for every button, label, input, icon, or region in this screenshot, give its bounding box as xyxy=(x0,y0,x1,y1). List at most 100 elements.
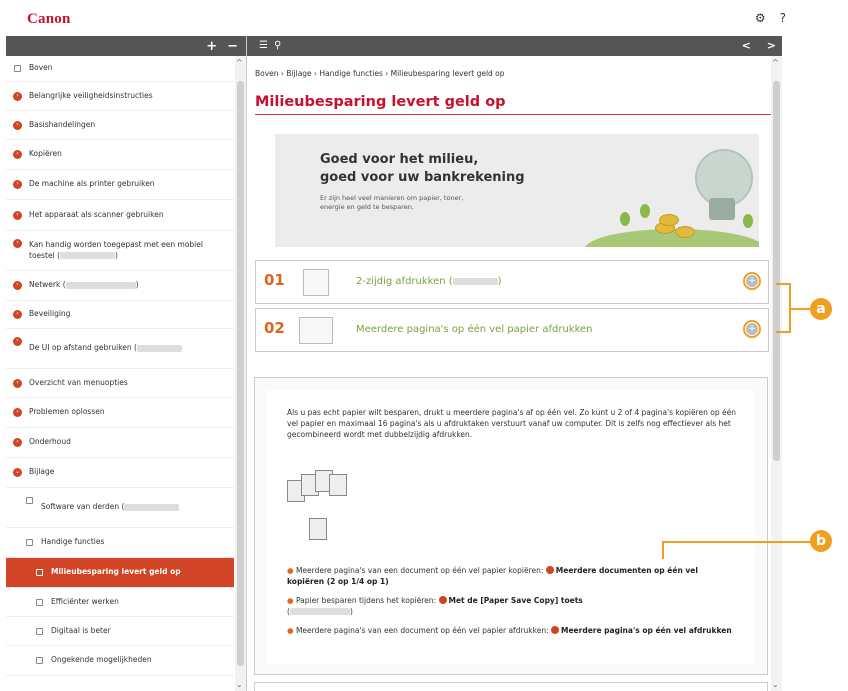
description-paragraph: Als u pas echt papier wilt besparen, dru… xyxy=(287,408,736,439)
callout-line xyxy=(790,308,812,310)
canon-logo: Canon xyxy=(27,11,71,27)
hero-subtext: Er zijn heel veel manieren om papier, to… xyxy=(320,194,464,211)
bullet-copy: ● Meerdere pagina's van een document op … xyxy=(287,566,698,586)
toc-item-printer[interactable]: › De machine als printer gebruiken xyxy=(6,170,234,200)
expanded-panel: Als u pas echt papier wilt besparen, dru… xyxy=(254,377,768,675)
scroll-down-icon[interactable]: ⌄ xyxy=(236,680,243,689)
toc-item-safety[interactable]: › Belangrijke veiligheidsinstructies xyxy=(6,82,234,111)
feature-multi-page[interactable]: 02 Meerdere pagina's op één vel papier a… xyxy=(255,308,769,352)
hero-banner: Goed voor het milieu, goed voor uw bankre… xyxy=(275,134,759,247)
chapter-icon: › xyxy=(13,150,22,159)
toc-item-appendix[interactable]: ⌄ Bijlage xyxy=(6,458,234,488)
help-icon[interactable]: ? xyxy=(780,11,786,25)
callout-a: a xyxy=(810,298,832,320)
toc-item-scanner[interactable]: › Het apparaat als scanner gebruiken xyxy=(6,200,234,231)
next-page-button[interactable]: > xyxy=(767,39,776,52)
callout-b: b xyxy=(810,530,832,552)
toc-item-menu-options[interactable]: › Overzicht van menuopties xyxy=(6,369,234,398)
callout-line xyxy=(776,331,790,333)
toc-list: Boven › Belangrijke veiligheidsinstructie… xyxy=(6,56,234,691)
toc-item-third-party[interactable]: Software van derden ( xyxy=(6,488,234,528)
toc-item-remote-ui[interactable]: › De UI op afstand gebruiken ( xyxy=(6,329,234,369)
toc-item-handy-functions[interactable]: Handige functies xyxy=(6,528,234,558)
content-scrollbar[interactable]: ^ ⌄ xyxy=(771,56,782,691)
feature-number: 01 xyxy=(264,271,285,289)
previous-page-button[interactable]: < xyxy=(742,39,751,52)
link-arrow-icon[interactable] xyxy=(438,596,447,604)
list-icon[interactable]: ☰ xyxy=(259,40,268,51)
scroll-thumb[interactable] xyxy=(773,81,780,461)
page-illustration xyxy=(329,474,347,496)
toc-item-mobile[interactable]: › Kan handig worden toegepast met een mob… xyxy=(6,231,234,271)
chapter-icon: › xyxy=(13,91,22,101)
chapter-icon: › xyxy=(13,120,22,130)
feature-label[interactable]: 2-zijdig afdrukken () xyxy=(356,276,502,287)
folder-open-icon xyxy=(26,539,33,546)
title-divider xyxy=(255,114,777,115)
chapter-icon: › xyxy=(13,408,22,417)
bullet-print: ● Meerdere pagina's van een document op … xyxy=(287,626,732,635)
content-toolbar: ☰ ⚲ < > xyxy=(247,36,782,56)
page-icon xyxy=(26,497,33,504)
content-area: Boven › Bijlage › Handige functies › Mil… xyxy=(247,56,782,691)
multi-page-icon xyxy=(299,317,333,344)
hero-heading: Goed voor het milieu, goed voor uw bankre… xyxy=(320,152,525,185)
scroll-thumb[interactable] xyxy=(237,81,244,666)
chapter-icon: › xyxy=(13,281,22,290)
gear-icon[interactable]: ⚙ xyxy=(755,11,766,25)
toc-item-network[interactable]: › Netwerk () xyxy=(6,271,234,301)
duplex-page-icon xyxy=(303,269,329,296)
leaf-illustration xyxy=(743,214,753,228)
scroll-down-icon[interactable]: ⌄ xyxy=(772,680,779,689)
sidebar-scrollbar[interactable]: ^ ⌄ xyxy=(235,56,246,691)
chapter-icon: › xyxy=(13,310,22,319)
page-title: Milieubesparing levert geld op xyxy=(255,94,506,110)
feature-label[interactable]: Meerdere pagina's op één vel papier afdr… xyxy=(356,324,593,335)
page-icon xyxy=(14,65,21,72)
scroll-up-icon[interactable]: ^ xyxy=(772,58,779,67)
chapter-icon: › xyxy=(13,378,22,388)
toc-item-possibilities[interactable]: Ongekende mogelijkheden xyxy=(6,646,234,676)
sidebar: + − Boven › Belangrijke veiligheidsinstru… xyxy=(6,36,247,691)
coin-illustration xyxy=(675,226,695,238)
chapter-icon: › xyxy=(13,337,22,346)
collapse-all-button[interactable]: − xyxy=(227,39,238,54)
chapter-open-icon: ⌄ xyxy=(13,468,22,477)
link-multi-print[interactable]: Meerdere pagina's op één vel afdrukken xyxy=(561,626,732,635)
toc-item-copy[interactable]: › Kopiëren xyxy=(6,140,234,170)
chapter-icon: › xyxy=(13,239,22,248)
link-arrow-icon[interactable] xyxy=(550,626,559,634)
toc-item-eco-savings[interactable]: Milieubesparing levert geld op xyxy=(6,558,234,588)
lightbulb-base-illustration xyxy=(709,198,735,220)
toc-item-security[interactable]: › Beveiliging xyxy=(6,301,234,329)
toc-item-digital[interactable]: Digitaal is beter xyxy=(6,617,234,646)
link-paper-save[interactable]: Met de [Paper Save Copy] toets xyxy=(449,596,583,605)
callout-line xyxy=(662,541,812,543)
page-icon xyxy=(36,657,43,664)
bullet-paper-save: ● Papier besparen tijdens het kopiëren: … xyxy=(287,596,583,616)
toc-item-basics[interactable]: › Basishandelingen xyxy=(6,111,234,140)
feature-duplex[interactable]: 01 2-zijdig afdrukken () + xyxy=(255,260,769,304)
toc-item-efficiency[interactable]: Efficiënter werken xyxy=(6,588,234,617)
expand-all-button[interactable]: + xyxy=(206,39,217,54)
chapter-icon: › xyxy=(13,210,22,220)
feature-number: 02 xyxy=(264,319,285,337)
expand-icon[interactable]: + xyxy=(743,272,761,290)
search-icon[interactable]: ⚲ xyxy=(274,40,281,51)
scroll-up-icon[interactable]: ^ xyxy=(236,58,243,67)
page-icon xyxy=(36,627,43,635)
chapter-icon: › xyxy=(13,180,22,189)
toc-item-boven[interactable]: Boven xyxy=(6,56,234,82)
leaf-illustration xyxy=(640,204,650,218)
chapter-icon: › xyxy=(13,438,22,447)
leaf-illustration xyxy=(620,212,630,226)
callout-line xyxy=(662,541,664,559)
link-arrow-icon[interactable] xyxy=(545,566,554,574)
expand-icon[interactable]: + xyxy=(743,320,761,338)
next-panel xyxy=(254,682,768,691)
toc-item-troubleshooting[interactable]: › Problemen oplossen xyxy=(6,398,234,428)
page-icon xyxy=(36,569,43,576)
toc-item-maintenance[interactable]: › Onderhoud xyxy=(6,428,234,458)
breadcrumb[interactable]: Boven › Bijlage › Handige functies › Mil… xyxy=(255,69,505,78)
callout-line xyxy=(776,283,790,285)
